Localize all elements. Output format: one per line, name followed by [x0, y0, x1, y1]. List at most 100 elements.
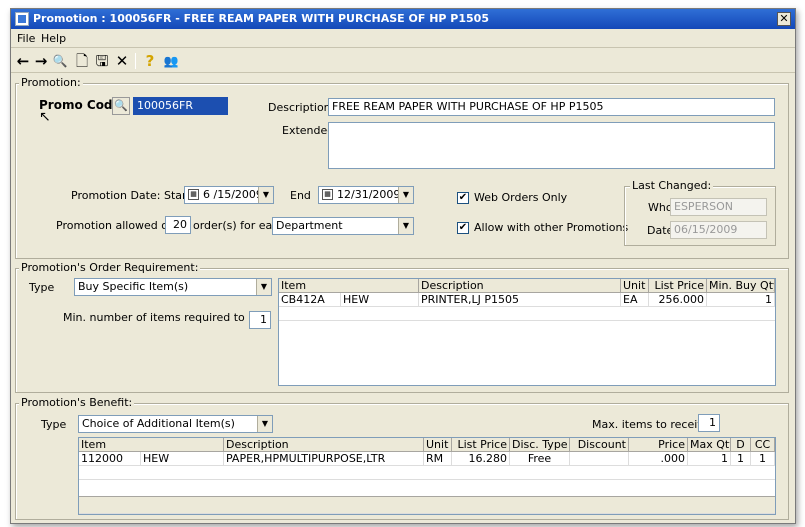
benefit-legend: Promotion's Benefit: [19, 396, 135, 409]
title-bar: Promotion : 100056FR - FREE REAM PAPER W… [11, 9, 795, 29]
table-cell-unit[interactable]: RM [424, 452, 452, 466]
toolbar: ← → 🔍 🗋 🖫 ✕ ? 👥 [11, 49, 795, 73]
benefit-type-value: Choice of Additional Item(s) [82, 417, 235, 430]
grid-header-item[interactable]: Item [79, 438, 224, 452]
grid-header-disc-type[interactable]: Disc. Type [510, 438, 570, 452]
table-cell-vendor[interactable]: HEW [341, 293, 419, 307]
chevron-down-icon[interactable]: ▼ [398, 218, 413, 234]
menu-bar: File Help [11, 30, 795, 48]
benefit-type-select[interactable]: Choice of Additional Item(s) ▼ [78, 415, 273, 433]
extended-label: Extended [282, 124, 335, 137]
chevron-down-icon[interactable]: ▼ [398, 187, 413, 203]
table-row-empty[interactable] [79, 466, 775, 480]
grid-header-list-price[interactable]: List Price [452, 438, 510, 452]
promotion-end-date-picker[interactable]: ▦ 12/31/2009 ▼ [318, 186, 414, 204]
calendar-icon: ▦ [188, 189, 199, 200]
allow-other-promotions-label: Allow with other Promotions [474, 221, 629, 234]
toolbar-separator [135, 53, 136, 69]
end-date-value: 12/31/2009 [337, 188, 401, 201]
grid-header-description[interactable]: Description [224, 438, 424, 452]
close-icon[interactable]: ✕ [777, 12, 791, 26]
requirement-type-label: Type [29, 281, 55, 294]
for-each-value: Department [276, 219, 343, 232]
table-cell-list-price[interactable]: 256.000 [649, 293, 707, 307]
grid-header-max-qty[interactable]: Max Qty [688, 438, 731, 452]
promotion-date-start-label: Promotion Date: Start [71, 189, 191, 202]
requirement-items-grid[interactable]: Item Description Unit List Price Min. Bu… [278, 278, 776, 386]
grid-footer [79, 496, 775, 514]
grid-header-unit[interactable]: Unit [621, 279, 649, 293]
requirement-type-value: Buy Specific Item(s) [78, 280, 189, 293]
table-cell-min-buy-qty[interactable]: 1 [707, 293, 775, 307]
app-icon [15, 12, 29, 26]
promo-code-label: Promo Code [39, 98, 121, 112]
grid-header-description[interactable]: Description [419, 279, 621, 293]
grid-header-d[interactable]: D [731, 438, 751, 452]
users-icon[interactable]: 👥 [161, 51, 181, 71]
allow-other-promotions-checkbox[interactable]: ✔ [457, 222, 469, 234]
chevron-down-icon[interactable]: ▼ [258, 187, 273, 203]
description-field[interactable]: FREE REAM PAPER WITH PURCHASE OF HP P150… [328, 98, 775, 116]
mouse-cursor-icon: ↖ [39, 109, 51, 125]
promotion-start-date-picker[interactable]: ▦ 6 /15/2009 ▼ [184, 186, 274, 204]
promo-code-field[interactable]: 100056FR [133, 97, 228, 115]
promotion-legend: Promotion: [19, 76, 83, 89]
table-cell-unit[interactable]: EA [621, 293, 649, 307]
web-orders-label: Web Orders Only [474, 191, 568, 204]
delete-icon[interactable]: ✕ [113, 51, 131, 71]
table-row-empty[interactable] [279, 307, 775, 321]
grid-header-discount[interactable]: Discount [570, 438, 629, 452]
grid-header-price[interactable]: Price [629, 438, 688, 452]
min-items-label: Min. number of items required to buy [63, 311, 269, 324]
last-changed-who-field: ESPERSON [670, 198, 767, 216]
menu-file[interactable]: File [17, 32, 35, 45]
extended-field[interactable] [328, 122, 775, 169]
promotion-allowed-count-field[interactable]: 20 [165, 216, 191, 234]
binoculars-icon[interactable]: 🔍 [51, 51, 69, 71]
table-cell-item[interactable]: 112000 [79, 452, 141, 466]
grid-header-cc[interactable]: CC [751, 438, 775, 452]
save-disk-icon[interactable]: 🖫 [93, 51, 111, 71]
promotion-date-end-label: End [290, 189, 311, 202]
table-cell-description[interactable]: PAPER,HPMULTIPURPOSE,LTR [224, 452, 424, 466]
table-cell-price[interactable]: .000 [629, 452, 688, 466]
for-each-select[interactable]: Department ▼ [272, 217, 414, 235]
table-cell-description[interactable]: PRINTER,LJ P1505 [419, 293, 621, 307]
grid-header-min-buy-qty[interactable]: Min. Buy Qty [707, 279, 775, 293]
last-changed-who-label: Who [648, 201, 673, 214]
benefit-items-grid[interactable]: Item Description Unit List Price Disc. T… [78, 437, 776, 515]
chevron-down-icon[interactable]: ▼ [257, 416, 272, 432]
last-changed-legend: Last Changed: [630, 179, 714, 192]
benefit-type-label: Type [41, 418, 67, 431]
table-cell-vendor[interactable]: HEW [141, 452, 224, 466]
help-question-icon[interactable]: ? [141, 51, 159, 71]
promotion-allowed-on-label: Promotion allowed on [56, 219, 175, 232]
web-orders-checkbox[interactable]: ✔ [457, 192, 469, 204]
promo-code-search-icon[interactable]: 🔍 [112, 97, 130, 115]
max-items-field[interactable]: 1 [698, 414, 720, 432]
calendar-icon: ▦ [322, 189, 333, 200]
order-requirement-legend: Promotion's Order Requirement: [19, 261, 201, 274]
table-cell-discount[interactable] [570, 452, 629, 466]
grid-header-list-price[interactable]: List Price [649, 279, 707, 293]
min-items-field[interactable]: 1 [249, 311, 271, 329]
table-cell-disc-type[interactable]: Free [510, 452, 570, 466]
table-cell-max-qty[interactable]: 1 [688, 452, 731, 466]
requirement-type-select[interactable]: Buy Specific Item(s) ▼ [74, 278, 272, 296]
window-title: Promotion : 100056FR - FREE REAM PAPER W… [33, 12, 489, 25]
start-date-value: 6 /15/2009 [203, 188, 263, 201]
forward-arrow-icon[interactable]: → [33, 51, 49, 71]
menu-help[interactable]: Help [41, 32, 66, 45]
back-arrow-icon[interactable]: ← [15, 51, 31, 71]
table-cell-d[interactable]: 1 [731, 452, 751, 466]
promotion-window: Promotion : 100056FR - FREE REAM PAPER W… [10, 8, 796, 524]
grid-header-item[interactable]: Item [279, 279, 419, 293]
table-cell-list-price[interactable]: 16.280 [452, 452, 510, 466]
table-cell-cc[interactable]: 1 [751, 452, 775, 466]
last-changed-date-field: 06/15/2009 [670, 221, 767, 239]
grid-header-unit[interactable]: Unit [424, 438, 452, 452]
chevron-down-icon[interactable]: ▼ [256, 279, 271, 295]
new-document-icon[interactable]: 🗋 [73, 51, 91, 71]
max-items-label: Max. items to receive [592, 418, 711, 431]
table-cell-item[interactable]: CB412A [279, 293, 341, 307]
